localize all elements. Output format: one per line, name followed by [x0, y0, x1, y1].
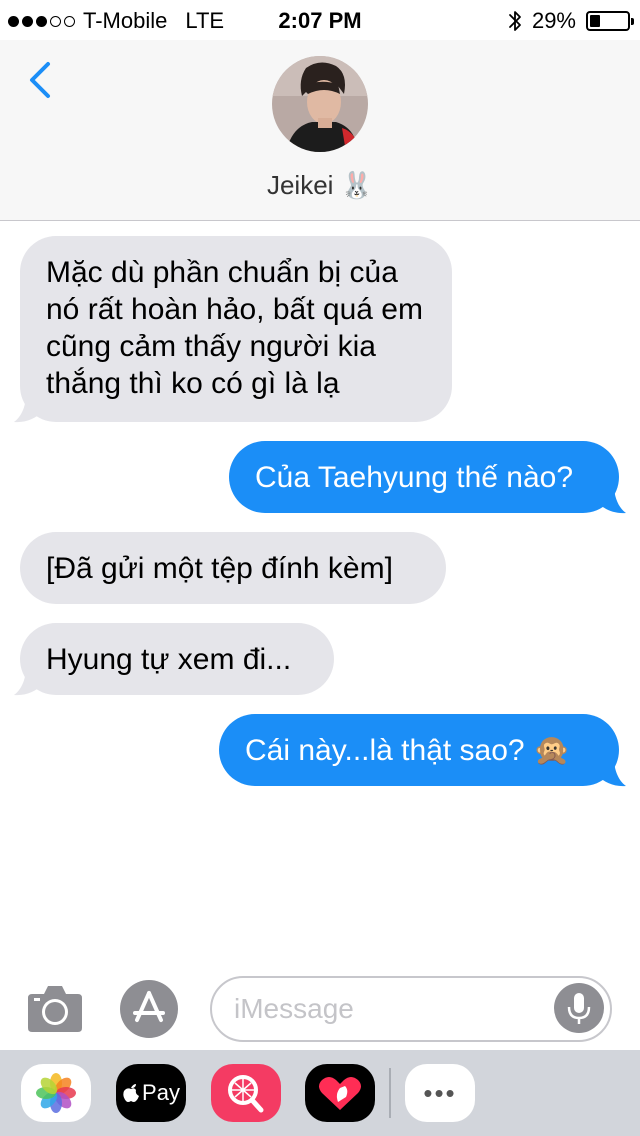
contact-avatar[interactable] — [272, 56, 368, 152]
apple-logo-icon — [123, 1084, 140, 1102]
drawer-separator — [389, 1068, 391, 1118]
photos-app-icon[interactable] — [21, 1064, 91, 1122]
camera-icon[interactable] — [26, 982, 84, 1034]
message-bubble-incoming[interactable]: Hyung tự xem đi... — [20, 623, 334, 695]
message-input[interactable] — [232, 992, 556, 1026]
message-bubble-incoming[interactable]: [Đã gửi một tệp đính kèm] — [20, 532, 446, 604]
message-text: [Đã gửi một tệp đính kèm] — [46, 551, 393, 585]
bubble-tail — [598, 758, 626, 787]
more-icon: ••• — [423, 1077, 457, 1108]
message-text: Mặc dù phần chuẩn bị của nó rất hoàn hảo… — [46, 256, 423, 400]
app-drawer: Pay ••• — [0, 1050, 640, 1136]
imessage-field[interactable] — [210, 976, 612, 1042]
compose-bar — [0, 968, 640, 1050]
conversation-header: Jeikei 🐰 — [0, 40, 640, 221]
status-bar: T-Mobile LTE 2:07 PM 29% — [0, 0, 640, 40]
message-bubble-outgoing[interactable]: Của Taehyung thế nào? — [229, 441, 619, 513]
message-text: Hyung tự xem đi... — [46, 642, 292, 676]
apple-pay-label: Pay — [142, 1080, 180, 1105]
app-store-icon[interactable] — [120, 980, 178, 1038]
contact-name[interactable]: Jeikei 🐰 — [0, 170, 640, 201]
bubble-tail — [14, 394, 42, 423]
battery-icon — [586, 11, 634, 31]
message-text: Cái này...là thật sao? 🙊 — [245, 733, 571, 767]
message-bubble-outgoing[interactable]: Cái này...là thật sao? 🙊 — [219, 714, 619, 786]
image-search-app-icon[interactable] — [211, 1064, 281, 1122]
microphone-icon[interactable] — [554, 983, 604, 1033]
bluetooth-icon — [509, 11, 521, 31]
bubble-tail — [598, 485, 626, 514]
back-chevron-icon[interactable] — [22, 60, 62, 100]
more-apps-button[interactable]: ••• — [405, 1064, 475, 1122]
battery-percent: 29% — [531, 8, 576, 33]
apple-pay-app-icon[interactable]: Pay — [116, 1064, 186, 1122]
message-bubble-incoming[interactable]: Mặc dù phần chuẩn bị của nó rất hoàn hảo… — [20, 236, 452, 422]
digital-touch-app-icon[interactable] — [305, 1064, 375, 1122]
bubble-tail — [14, 667, 42, 696]
message-text: Của Taehyung thế nào? — [255, 460, 574, 494]
